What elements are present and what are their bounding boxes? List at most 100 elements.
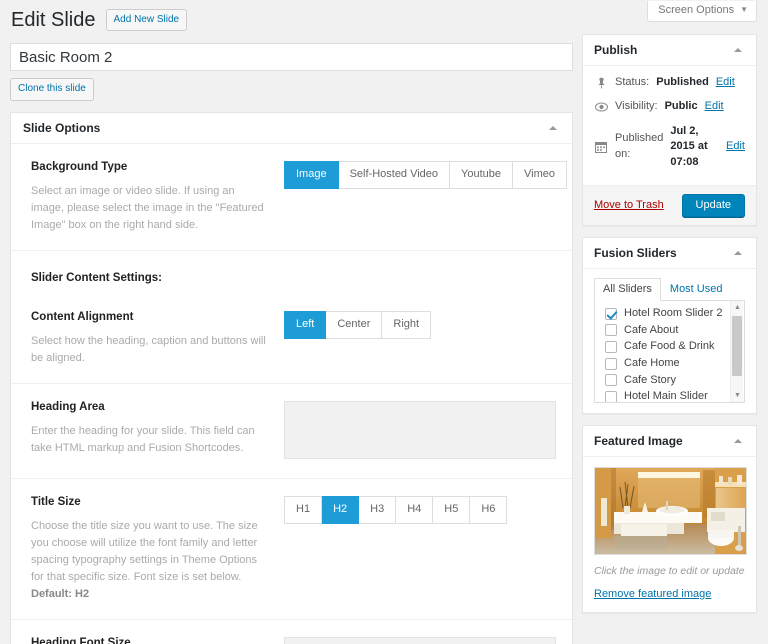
- title-size-option-h5[interactable]: H5: [433, 496, 471, 524]
- chevron-up-icon[interactable]: [546, 121, 560, 135]
- clone-this-slide-button[interactable]: Clone this slide: [10, 78, 94, 101]
- title-size-description: Choose the title size you want to use. T…: [31, 518, 270, 603]
- heading-area-textarea[interactable]: [284, 401, 556, 460]
- title-size-option-h3[interactable]: H3: [359, 496, 397, 524]
- fusion-sliders-title: Fusion Sliders: [594, 245, 677, 260]
- fusion-sliders-list: Hotel Room Slider 2 Cafe About Cafe Food…: [594, 300, 745, 403]
- publish-body: Status: Published Edit Visibility: Publi…: [583, 66, 756, 185]
- content-alignment-control: Left Center Right: [284, 310, 572, 339]
- scroll-up-icon[interactable]: ▲: [731, 301, 744, 314]
- publish-date-edit-link[interactable]: Edit: [726, 139, 745, 154]
- publish-date-value: Jul 2, 2015 at 07:08: [670, 124, 708, 168]
- list-item-label: Hotel Room Slider 2: [624, 306, 723, 319]
- chevron-up-icon[interactable]: [731, 43, 745, 57]
- list-item[interactable]: Hotel Room Slider 2: [605, 307, 744, 320]
- option-row-title-size: Title Size Choose the title size you wan…: [11, 479, 572, 621]
- background-type-description: Select an image or video slide. If using…: [31, 184, 264, 232]
- list-item[interactable]: Cafe About: [605, 324, 744, 337]
- publish-title: Publish: [594, 43, 638, 57]
- option-row-heading-font-size: Heading Font Size Enter heading font siz…: [11, 620, 572, 644]
- list-item[interactable]: Cafe Food & Drink: [605, 340, 744, 353]
- slide-title-input[interactable]: [10, 43, 573, 71]
- title-size-option-h4[interactable]: H4: [396, 496, 434, 524]
- heading-font-size-input[interactable]: [284, 637, 556, 644]
- tab-all-sliders[interactable]: All Sliders: [594, 277, 661, 301]
- scroll-down-icon[interactable]: ▼: [731, 389, 744, 402]
- publish-visibility-label: Visibility:: [615, 100, 658, 113]
- slider-content-settings-label-col: Slider Content Settings:: [31, 271, 284, 294]
- background-type-option-image[interactable]: Image: [284, 161, 339, 189]
- checkbox-icon[interactable]: [605, 374, 617, 387]
- publish-status-line: Status: Published Edit: [594, 75, 745, 90]
- list-item-label: Cafe Home: [624, 357, 680, 370]
- slide-options-title: Slide Options: [23, 121, 101, 135]
- checkbox-icon[interactable]: [605, 307, 617, 320]
- content-alignment-option-center[interactable]: Center: [326, 311, 383, 339]
- background-type-option-youtube[interactable]: Youtube: [450, 161, 514, 189]
- title-size-control: H1 H2 H3 H4 H5 H6: [284, 495, 572, 524]
- fusion-sliders-scrollbar[interactable]: ▲ ▼: [730, 300, 744, 402]
- background-type-control: Image Self-Hosted Video Youtube Vimeo: [284, 160, 572, 189]
- title-size-label-col: Title Size Choose the title size you wan…: [31, 495, 284, 603]
- heading-area-label: Heading Area: [31, 401, 105, 414]
- checkbox-icon[interactable]: [605, 390, 617, 402]
- chevron-up-icon[interactable]: [731, 246, 745, 260]
- background-type-option-self-hosted-video[interactable]: Self-Hosted Video: [338, 161, 451, 189]
- list-item[interactable]: Hotel Main Slider: [605, 390, 744, 403]
- checkbox-icon[interactable]: [605, 324, 617, 337]
- scrollbar-thumb[interactable]: [732, 315, 742, 376]
- publish-status-value: Published: [656, 76, 709, 88]
- content-alignment-label-col: Content Alignment Select how the heading…: [31, 310, 284, 367]
- title-size-default: Default: H2: [31, 588, 90, 601]
- title-size-option-h6[interactable]: H6: [470, 496, 508, 524]
- background-type-option-vimeo[interactable]: Vimeo: [513, 161, 568, 189]
- bathroom-photo: [595, 467, 746, 554]
- publish-date-label: Published on:: [615, 132, 664, 160]
- pin-icon: [594, 77, 608, 89]
- content-alignment-option-left[interactable]: Left: [284, 311, 327, 339]
- publish-footer: Move to Trash Update: [583, 184, 756, 225]
- fusion-sliders-header[interactable]: Fusion Sliders: [583, 238, 756, 269]
- remove-featured-image-link[interactable]: Remove featured image: [594, 588, 711, 600]
- heading-area-control: [284, 400, 572, 462]
- move-to-trash-link[interactable]: Move to Trash: [594, 199, 664, 211]
- list-item[interactable]: Cafe Story: [605, 374, 744, 387]
- list-item-label: Cafe Story: [624, 373, 676, 386]
- page-title-row: Edit Slide Add New Slide: [10, 8, 573, 32]
- list-item-label: Hotel Main Slider: [624, 390, 708, 403]
- checkbox-icon[interactable]: [605, 340, 617, 353]
- sidebar-column: Publish Status: Published Edit Visibilit: [582, 34, 757, 624]
- publish-visibility-edit-link[interactable]: Edit: [705, 99, 724, 114]
- add-new-slide-button[interactable]: Add New Slide: [105, 9, 188, 31]
- screen-options-button[interactable]: Screen Options ▼: [647, 1, 757, 22]
- background-type-button-group: Image Self-Hosted Video Youtube Vimeo: [284, 161, 568, 189]
- checkbox-icon[interactable]: [605, 357, 617, 370]
- title-size-label: Title Size: [31, 496, 81, 509]
- wp-admin-edit-slide-page: Screen Options ▼ Edit Slide Add New Slid…: [0, 0, 768, 644]
- main-column: Edit Slide Add New Slide Clone this slid…: [10, 8, 573, 644]
- featured-image-metabox: Featured Image Click the image to edit o…: [582, 424, 757, 613]
- title-size-option-h2[interactable]: H2: [322, 496, 360, 524]
- list-item[interactable]: Cafe Home: [605, 357, 744, 370]
- fusion-sliders-tabs: All Sliders Most Used: [594, 277, 745, 301]
- publish-header[interactable]: Publish: [583, 35, 756, 66]
- chevron-up-icon[interactable]: [731, 434, 745, 448]
- featured-image-body: Click the image to edit or update Remove…: [583, 457, 756, 612]
- title-size-button-group: H1 H2 H3 H4 H5 H6: [284, 496, 508, 524]
- featured-image-header[interactable]: Featured Image: [583, 426, 756, 457]
- publish-visibility-line: Visibility: Public Edit: [594, 99, 745, 114]
- title-size-option-h1[interactable]: H1: [284, 496, 323, 524]
- update-button[interactable]: Update: [681, 193, 745, 217]
- content-alignment-label: Content Alignment: [31, 311, 134, 324]
- tab-most-used[interactable]: Most Used: [661, 278, 732, 301]
- heading-font-size-label-col: Heading Font Size Enter heading font siz…: [31, 636, 284, 644]
- content-alignment-option-right[interactable]: Right: [382, 311, 432, 339]
- option-row-heading-area: Heading Area Enter the heading for your …: [11, 384, 572, 480]
- featured-image-thumbnail[interactable]: [594, 466, 747, 555]
- eye-icon: [594, 102, 608, 112]
- slide-options-header[interactable]: Slide Options: [11, 113, 572, 144]
- publish-status-edit-link[interactable]: Edit: [716, 75, 735, 90]
- background-type-label-col: Background Type Select an image or video…: [31, 160, 284, 234]
- calendar-icon: [594, 141, 608, 153]
- fusion-sliders-body: All Sliders Most Used Hotel Room Slider …: [583, 269, 756, 413]
